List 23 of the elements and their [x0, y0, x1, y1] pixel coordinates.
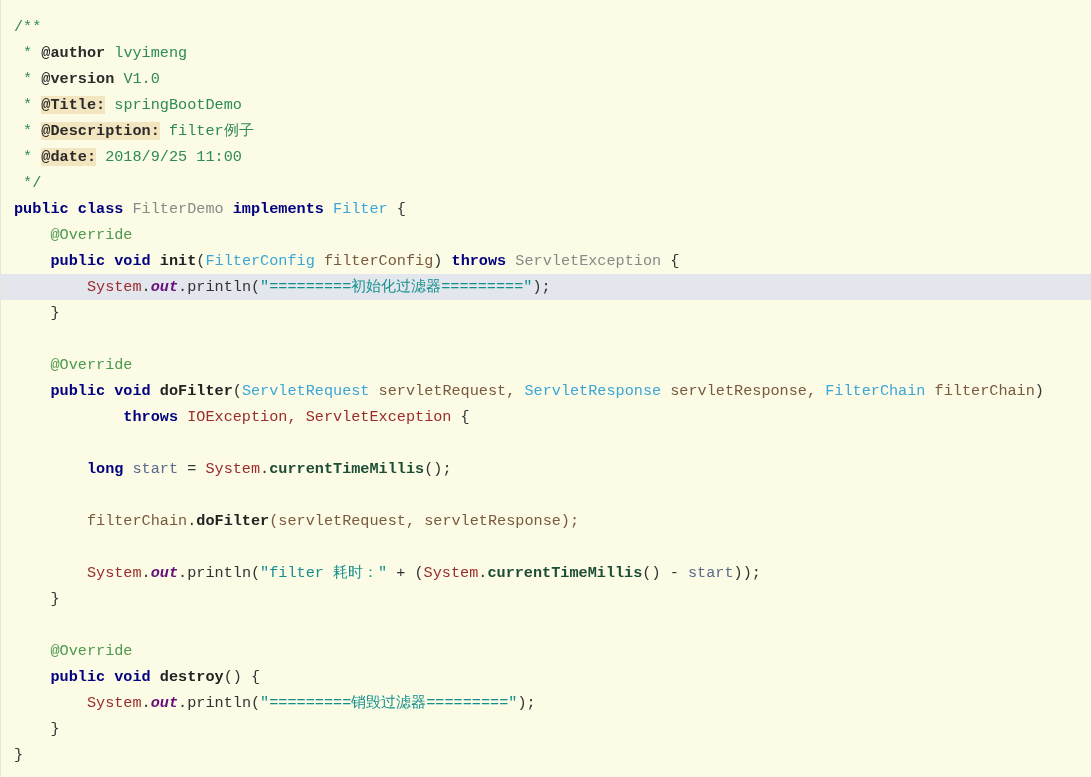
code-line: filterChain.doFilter(servletRequest, servletResponse);: [85, 511, 581, 532]
code-line: @Override: [49, 641, 134, 662]
code-line: * @author lvyimeng: [22, 43, 189, 64]
code-line: }: [49, 589, 61, 610]
code-line: }: [49, 719, 61, 740]
code-line: @Override: [49, 355, 134, 376]
code-line: */: [22, 173, 43, 194]
code-line: public void destroy() {: [49, 667, 262, 688]
code-line: * @version V1.0: [22, 69, 161, 90]
code-line: }: [13, 745, 25, 766]
code-line: public void doFilter(ServletRequest servletRequest, ServletResponse servletResponse, FilterChain filterChain): [49, 381, 1045, 402]
code-line: System.out.println("=========销毁过滤器=========");: [85, 693, 537, 714]
code-line: System.out.println("filter 耗时：" + (System.currentTimeMillis() - start));: [85, 563, 762, 584]
code-line: public class FilterDemo implements Filter {: [13, 199, 407, 220]
code-line: long start = System.currentTimeMillis();: [85, 459, 453, 480]
code-line: public void init(FilterConfig filterConfig) throws ServletException {: [49, 251, 681, 272]
code-line: }: [49, 303, 61, 324]
code-line: /**: [13, 17, 43, 38]
code-line: * @Description: filter例子: [22, 121, 255, 142]
code-line: * @Title: springBootDemo: [22, 95, 243, 116]
code-line: * @date: 2018/9/25 11:00: [22, 147, 243, 168]
code-line: throws IOException, ServletException {: [122, 407, 471, 428]
code-line: @Override: [49, 225, 134, 246]
